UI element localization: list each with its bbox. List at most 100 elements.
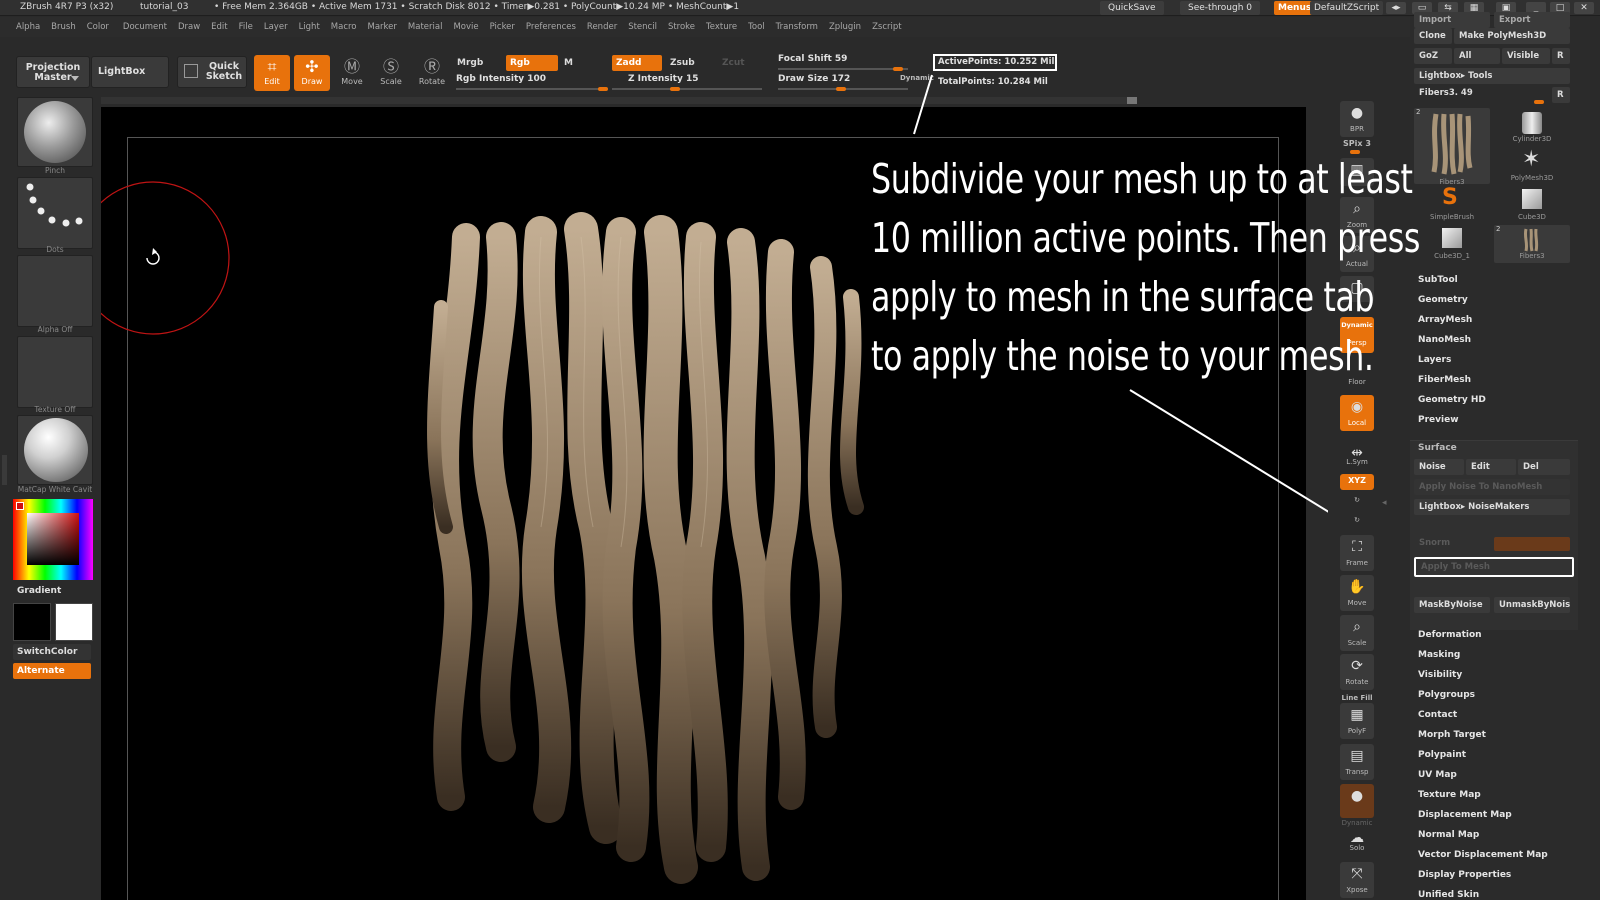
section-polypaint[interactable]: Polypaint [1418,750,1466,760]
rgb-intensity-knob[interactable] [598,87,608,91]
tool-thumb-cylinder3d[interactable]: Cylinder3D [1494,108,1570,146]
section-nanomesh[interactable]: NanoMesh [1418,335,1471,345]
alternate-button[interactable]: Alternate [13,663,91,679]
scale-view-button[interactable]: ⌕ Scale [1340,615,1374,651]
noise-edit-button[interactable]: Edit [1466,459,1516,475]
export-button[interactable]: Export [1494,12,1570,28]
gradient-label[interactable]: Gradient [17,586,61,596]
menu-texture[interactable]: Texture [706,22,737,32]
rotate-axis-z-button[interactable]: ↻ [1340,514,1374,532]
menu-document[interactable]: Document [123,22,167,32]
section-normal-map[interactable]: Normal Map [1418,830,1479,840]
tool-thumb-fibers3[interactable]: 2 Fibers3 [1414,108,1490,186]
color-square[interactable] [27,513,79,565]
clone-button[interactable]: Clone [1414,28,1452,44]
polyf-button[interactable]: ▦ PolyF [1340,703,1374,739]
see-through-slider[interactable]: See-through 0 [1180,1,1260,15]
section-polygroups[interactable]: Polygroups [1418,690,1475,700]
layout-arrows-icon[interactable]: ◂▸ [1386,2,1406,14]
menu-brush[interactable]: Brush [51,22,76,32]
draw-size-slider[interactable]: Draw Size 172 [778,74,850,84]
unmask-by-noise-button[interactable]: UnmaskByNoise [1494,597,1570,613]
snorm-toggle[interactable] [1494,537,1570,551]
goz-button[interactable]: GoZ [1414,48,1452,64]
solo-button[interactable]: ☁ Solo [1340,826,1374,856]
menu-edit[interactable]: Edit [211,22,227,32]
import-button[interactable]: Import [1414,12,1490,28]
menu-material[interactable]: Material [408,22,443,32]
noise-del-button[interactable]: Del [1518,459,1570,475]
z-intensity-knob[interactable] [670,87,680,91]
menu-render[interactable]: Render [587,22,617,32]
transp-button[interactable]: ▤ Transp [1340,744,1374,780]
apply-noise-nanomesh-button[interactable]: Apply Noise To NanoMesh [1414,479,1570,495]
r-button[interactable]: R [1552,48,1570,64]
menu-picker[interactable]: Picker [490,22,515,32]
menu-movie[interactable]: Movie [453,22,478,32]
make-polymesh-button[interactable]: Make PolyMesh3D [1454,28,1570,44]
shelf-collapse-icon[interactable]: ◂ [1382,498,1388,514]
xpose-button[interactable]: ⤧ Xpose [1340,862,1374,898]
scroll-thumb[interactable] [1127,97,1137,104]
section-arraymesh[interactable]: ArrayMesh [1418,315,1472,325]
mrgb-toggle[interactable]: Mrgb [453,55,497,71]
section-visibility[interactable]: Visibility [1418,670,1462,680]
menu-zscript[interactable]: Zscript [872,22,902,32]
section-fibermesh[interactable]: FiberMesh [1418,375,1471,385]
tool-thumb-fibers3-small[interactable]: 2 Fibers3 [1494,225,1570,263]
bpr-button[interactable]: ● BPR [1340,101,1374,137]
tool-thumb-polymesh3d[interactable]: ✶ PolyMesh3D [1494,147,1570,185]
section-display-properties[interactable]: Display Properties [1418,870,1511,880]
r-tool-button[interactable]: R [1552,87,1570,103]
projection-master-button[interactable]: Projection Master [16,56,90,88]
quicksave-button[interactable]: QuickSave [1100,1,1164,15]
section-deformation[interactable]: Deformation [1418,630,1482,640]
menu-macro[interactable]: Macro [331,22,357,32]
m-toggle[interactable]: M [560,55,582,71]
scale-mode-button[interactable]: Ⓢ Scale [373,55,409,91]
local-button[interactable]: ◉ Local [1340,395,1374,431]
lightbox-tools-button[interactable]: Lightbox▸ Tools [1414,68,1570,84]
dynamic-size-toggle[interactable]: Dynamic [900,74,934,82]
zsub-toggle[interactable]: Zsub [666,55,710,71]
z-intensity-track[interactable] [612,88,762,90]
section-contact[interactable]: Contact [1418,710,1457,720]
menu-marker[interactable]: Marker [368,22,397,32]
tool-thumb-cube3d-1[interactable]: Cube3D_1 [1414,225,1490,263]
menu-alpha[interactable]: Alpha [16,22,40,32]
alpha-selector[interactable] [17,255,93,327]
section-masking[interactable]: Masking [1418,650,1460,660]
menu-color[interactable]: Color [87,22,109,32]
section-morph-target[interactable]: Morph Target [1418,730,1486,740]
tool-thumb-simplebrush[interactable]: S SimpleBrush [1414,186,1490,224]
section-unified-skin[interactable]: Unified Skin [1418,890,1479,900]
section-vector-displacement-map[interactable]: Vector Displacement Map [1418,850,1548,860]
all-button[interactable]: All [1454,48,1500,64]
edit-mode-button[interactable]: ⌗ Edit [254,55,290,91]
texture-selector[interactable] [17,336,93,408]
switch-color-button[interactable]: SwitchColor [13,644,91,660]
lightbox-noisemakers-button[interactable]: Lightbox▸ NoiseMakers [1414,499,1570,515]
left-shelf-splitter[interactable] [2,455,7,485]
current-tool-knob[interactable] [1534,100,1544,104]
zcut-toggle[interactable]: Zcut [718,55,758,71]
menu-tool[interactable]: Tool [748,22,765,32]
frame-button[interactable]: ⛶ Frame [1340,535,1374,571]
focal-shift-track[interactable] [778,68,908,70]
section-displacement-map[interactable]: Displacement Map [1418,810,1512,820]
lightbox-button[interactable]: LightBox [91,56,169,88]
z-intensity-slider[interactable]: Z Intensity 15 [628,74,699,84]
section-subtool[interactable]: SubTool [1418,275,1458,285]
mask-by-noise-button[interactable]: MaskByNoise [1414,597,1490,613]
zadd-toggle[interactable]: Zadd [612,55,662,71]
current-tool-slider[interactable]: Fibers3. 49 [1414,85,1550,101]
section-geometry-hd[interactable]: Geometry HD [1418,395,1486,405]
close-icon[interactable]: ✕ [1574,2,1594,14]
focal-shift-knob[interactable] [893,67,903,71]
rgb-intensity-track[interactable] [456,88,606,90]
rotate-view-button[interactable]: ⟳ Rotate [1340,654,1374,690]
rotate-mode-button[interactable]: Ⓡ Rotate [414,55,450,91]
menu-preferences[interactable]: Preferences [526,22,576,32]
xyz-button[interactable]: XYZ [1340,474,1374,490]
menu-file[interactable]: File [239,22,253,32]
